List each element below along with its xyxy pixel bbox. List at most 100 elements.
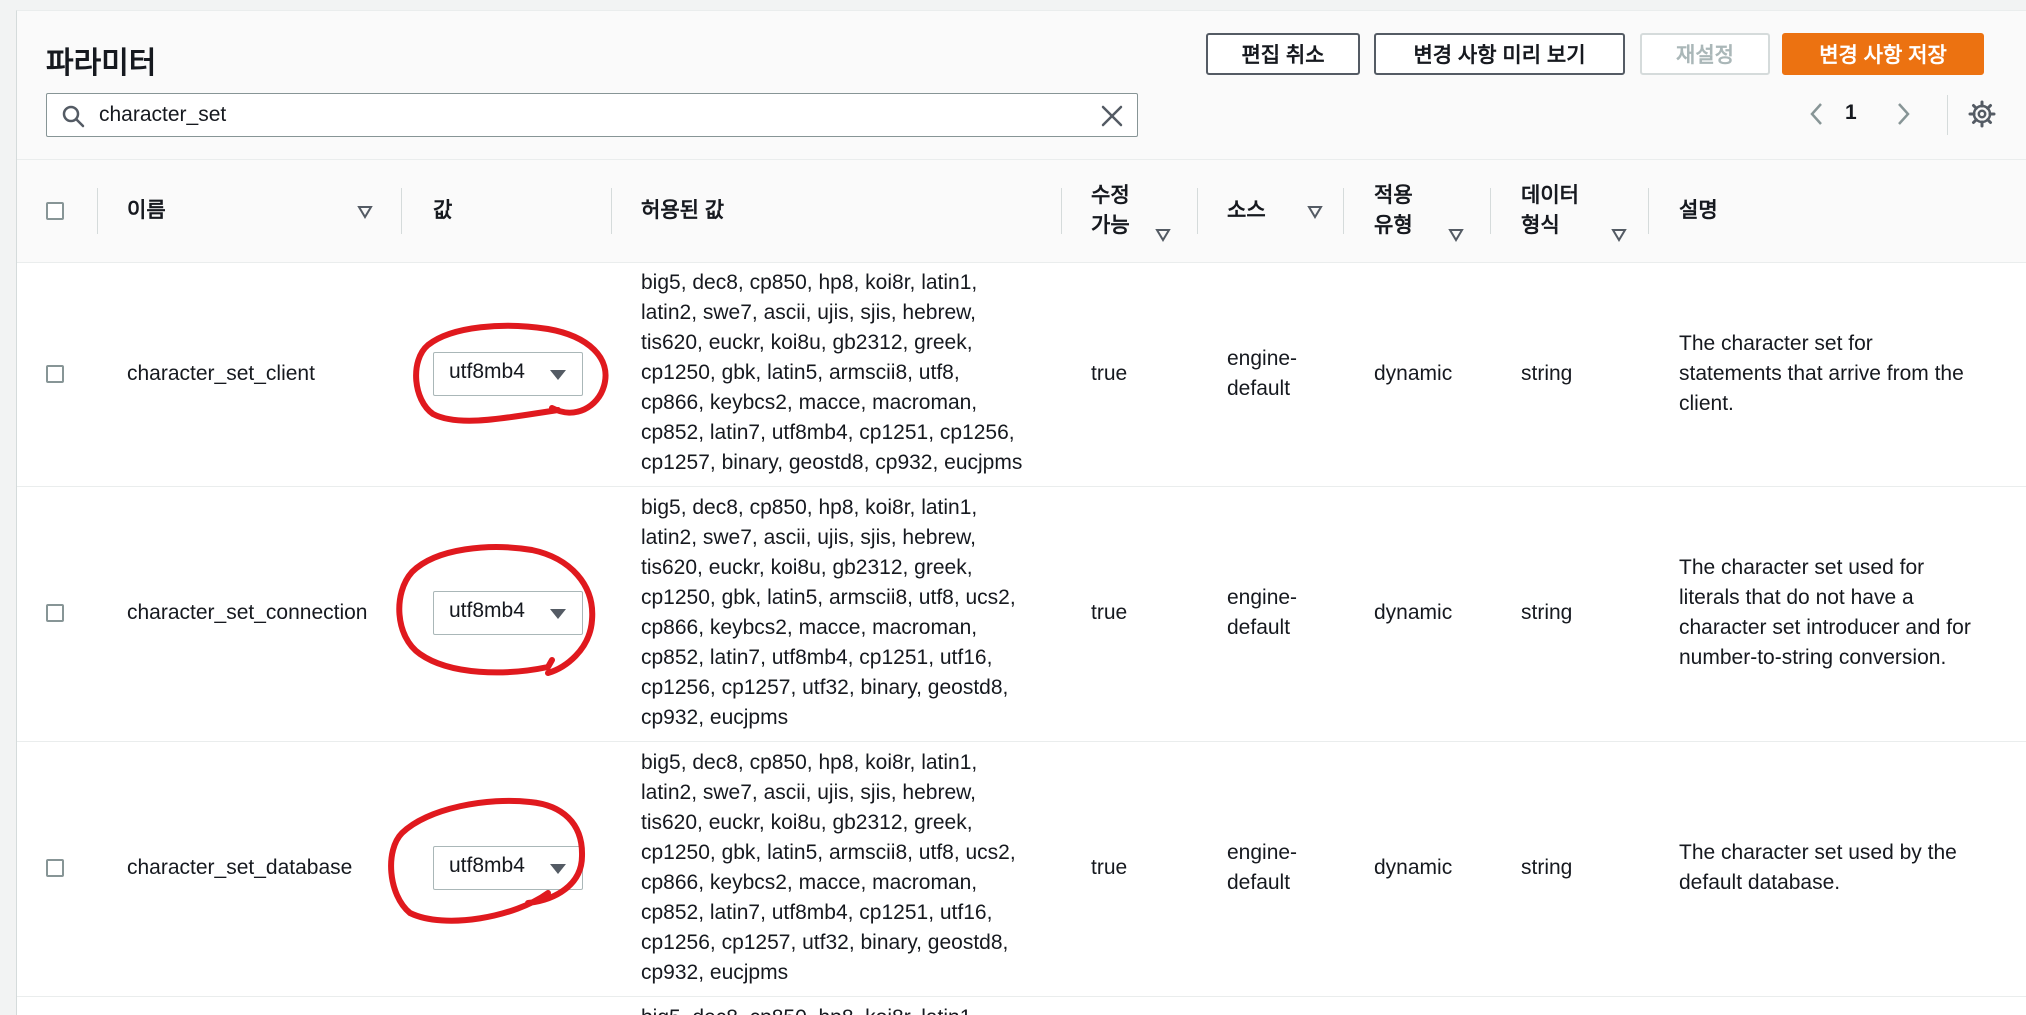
modifiable-value: true: [1091, 601, 1128, 624]
source-line: engine-: [1227, 841, 1298, 864]
sort-icon[interactable]: [1155, 228, 1171, 242]
header-apply-type[interactable]: 적용 유형: [1374, 160, 1413, 262]
chevron-left-icon[interactable]: [1803, 99, 1831, 129]
allowed-line: cp1256, cp1257, utf32, binary, geostd8,: [641, 676, 1009, 699]
allowed-line: cp852, latin7, utf8mb4, cp1251, utf16,: [641, 646, 993, 669]
parameter-name: character_set_client: [127, 362, 315, 385]
table-row: character_set_client utf8mb4 big5, dec8,…: [17, 262, 2026, 487]
header-source[interactable]: 소스: [1227, 160, 1266, 262]
value-select[interactable]: utf8mb4: [433, 591, 583, 635]
modifiable-value: true: [1091, 362, 1128, 385]
description-line: The character set used by the: [1679, 841, 1957, 864]
source-line: engine-: [1227, 586, 1298, 609]
source-line: default: [1227, 871, 1291, 894]
column-separator: [1061, 188, 1062, 234]
caret-down-icon: [550, 864, 566, 874]
description-line: statements that arrive from the: [1679, 362, 1964, 385]
description-line: default database.: [1679, 871, 1841, 894]
caret-down-icon: [550, 370, 566, 380]
allowed-line: tis620, euckr, koi8u, gb2312, greek,: [641, 331, 973, 354]
header-apply-type-line2: 유형: [1374, 214, 1413, 237]
source-value: engine- default: [1227, 583, 1297, 643]
allowed-values: big5, dec8, cp850, hp8, koi8r, latin1, l…: [641, 493, 1016, 733]
description: The character set for statements that ar…: [1679, 329, 1964, 419]
table-row: character_set_database utf8mb4 big5, dec…: [17, 742, 2026, 997]
data-type-value: string: [1521, 601, 1573, 624]
table-row: big5, dec8, cp850, hp8, koi8r, latin1,: [17, 997, 2026, 1015]
description-line: character set introducer and for: [1679, 616, 1971, 639]
close-icon[interactable]: [1099, 103, 1125, 129]
allowed-line: big5, dec8, cp850, hp8, koi8r, latin1,: [641, 271, 978, 294]
cancel-edit-button[interactable]: 편집 취소: [1206, 33, 1360, 75]
allowed-line: cp1256, cp1257, utf32, binary, geostd8,: [641, 931, 1009, 954]
sort-icon[interactable]: [1307, 205, 1323, 219]
parameters-panel: 파라미터 편집 취소 변경 사항 미리 보기 재설정 변경 사항 저장 char…: [16, 10, 2026, 1015]
allowed-line: cp866, keybcs2, macce, macroman,: [641, 871, 978, 894]
row-checkbox[interactable]: [46, 365, 64, 383]
allowed-line: cp1250, gbk, latin5, armscii8, utf8,: [641, 361, 960, 384]
apply-type-value: dynamic: [1374, 601, 1453, 624]
allowed-line: cp1250, gbk, latin5, armscii8, utf8, ucs…: [641, 586, 1016, 609]
description: The character set used for literals that…: [1679, 553, 1971, 673]
value-select[interactable]: utf8mb4: [433, 352, 583, 396]
column-separator: [1197, 188, 1198, 234]
header-data-type[interactable]: 데이터 형식: [1521, 160, 1579, 262]
header-name[interactable]: 이름: [127, 160, 166, 262]
search-input[interactable]: character_set: [46, 93, 1138, 137]
allowed-values: big5, dec8, cp850, hp8, koi8r, latin1, l…: [641, 748, 1016, 988]
search-icon: [62, 105, 85, 128]
source-line: default: [1227, 616, 1291, 639]
save-changes-button[interactable]: 변경 사항 저장: [1782, 33, 1984, 75]
select-value: utf8mb4: [449, 599, 525, 622]
description-line: The character set used for: [1679, 556, 1925, 579]
allowed-line: latin2, swe7, ascii, ujis, sjis, hebrew,: [641, 526, 976, 549]
description-line: The character set for: [1679, 332, 1873, 355]
description-line: number-to-string conversion.: [1679, 646, 1947, 669]
header-data-type-line2: 형식: [1521, 214, 1560, 237]
allowed-line: cp1250, gbk, latin5, armscii8, utf8, ucs…: [641, 841, 1016, 864]
column-separator: [1648, 188, 1649, 234]
allowed-line: cp866, keybcs2, macce, macroman,: [641, 391, 978, 414]
source-line: default: [1227, 377, 1291, 400]
header-data-type-line1: 데이터: [1521, 184, 1579, 207]
select-value: utf8mb4: [449, 360, 525, 383]
allowed-line: big5, dec8, cp850, hp8, koi8r, latin1,: [641, 751, 978, 774]
divider: [1947, 95, 1948, 135]
source-value: engine- default: [1227, 838, 1297, 898]
column-separator: [401, 188, 402, 234]
gear-icon[interactable]: [1968, 100, 1996, 128]
sort-icon[interactable]: [1448, 228, 1464, 242]
allowed-line: cp852, latin7, utf8mb4, cp1251, cp1256,: [641, 421, 1015, 444]
header-modifiable[interactable]: 수정 가능: [1091, 160, 1130, 262]
allowed-line: big5, dec8, cp850, hp8, koi8r, latin1,: [641, 496, 978, 519]
header-value: 값: [433, 199, 453, 222]
current-page[interactable]: 1: [1845, 101, 1857, 125]
allowed-line: latin2, swe7, ascii, ujis, sjis, hebrew,: [641, 301, 976, 324]
chevron-right-icon[interactable]: [1889, 99, 1917, 129]
select-all-checkbox[interactable]: [46, 202, 64, 220]
header-allowed-values: 허용된 값: [641, 199, 725, 222]
preview-changes-button[interactable]: 변경 사항 미리 보기: [1374, 33, 1625, 75]
value-select[interactable]: utf8mb4: [433, 846, 583, 890]
header-modifiable-line2: 가능: [1091, 214, 1130, 237]
parameter-name: character_set_database: [127, 856, 353, 879]
column-separator: [611, 188, 612, 234]
reset-button[interactable]: 재설정: [1640, 33, 1770, 75]
data-type-value: string: [1521, 856, 1573, 879]
row-checkbox[interactable]: [46, 604, 64, 622]
allowed-line: cp1257, binary, geostd8, cp932, eucjpms: [641, 451, 1023, 474]
search-value[interactable]: character_set: [99, 103, 226, 127]
allowed-line: tis620, euckr, koi8u, gb2312, greek,: [641, 556, 973, 579]
allowed-line: cp852, latin7, utf8mb4, cp1251, utf16,: [641, 901, 993, 924]
allowed-line: cp932, eucjpms: [641, 961, 789, 984]
parameter-name: character_set_connection: [127, 601, 368, 624]
column-separator: [1343, 188, 1344, 234]
sort-icon[interactable]: [357, 205, 373, 219]
row-checkbox[interactable]: [46, 859, 64, 877]
header-apply-type-line1: 적용: [1374, 184, 1413, 207]
table-header: 이름 값 허용된 값 수정 가능 소스 적용 유형 데이터 형식 설명: [17, 159, 2026, 263]
column-separator: [1490, 188, 1491, 234]
column-separator: [97, 188, 98, 234]
description-line: client.: [1679, 392, 1734, 415]
sort-icon[interactable]: [1611, 228, 1627, 242]
